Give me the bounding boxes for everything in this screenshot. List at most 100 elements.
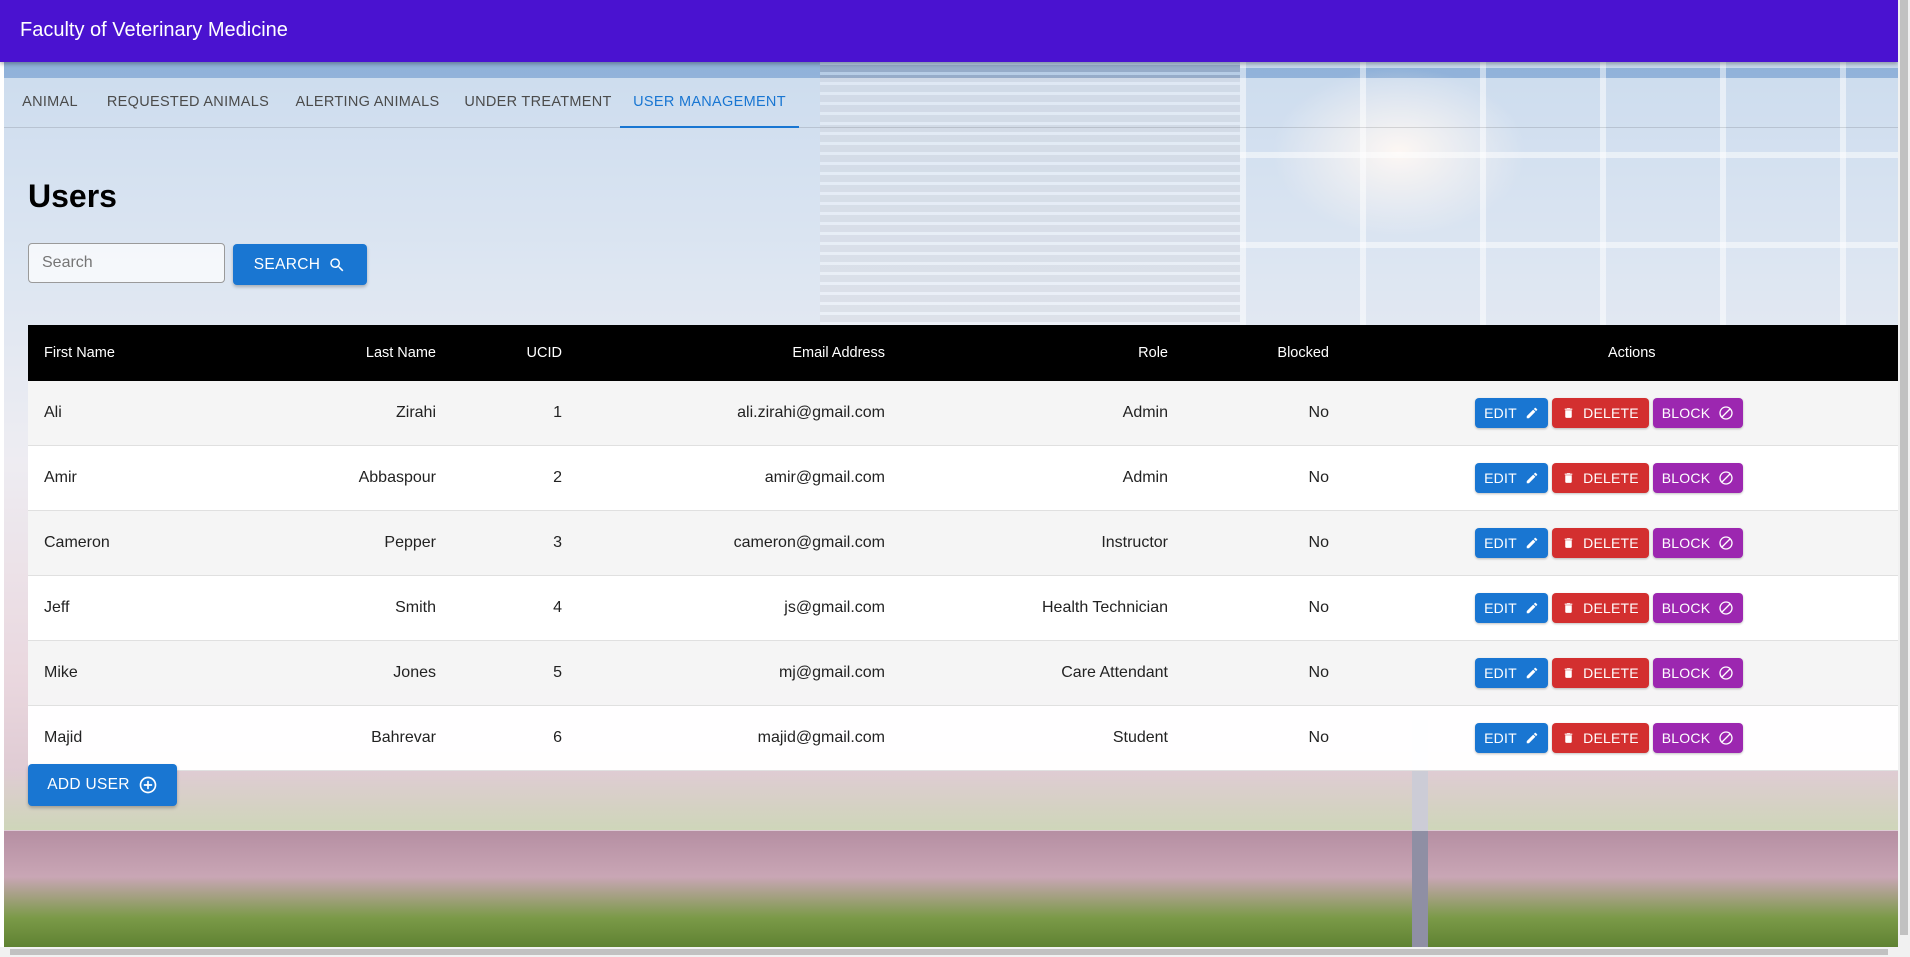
column-header-actions: Actions <box>1608 345 1656 361</box>
delete-label: DELETE <box>1583 600 1639 616</box>
delete-label: DELETE <box>1583 535 1639 551</box>
cell-blocked: No <box>1308 664 1329 681</box>
block-button[interactable]: BLOCK <box>1653 398 1743 428</box>
cell-ucid: 6 <box>553 729 562 746</box>
column-header-blocked: Blocked <box>1277 345 1329 361</box>
trash-icon <box>1564 408 1573 418</box>
search-input[interactable] <box>28 243 225 283</box>
cell-role: Admin <box>1122 404 1168 421</box>
column-header-first-name: First Name <box>44 345 115 361</box>
tab-under-treatment[interactable]: UNDER TREATMENT <box>456 78 620 127</box>
block-icon <box>1719 601 1733 615</box>
cell-role: Admin <box>1122 469 1168 486</box>
block-button[interactable]: BLOCK <box>1653 463 1743 493</box>
cell-first-name: Jeff <box>44 599 70 616</box>
delete-button[interactable]: DELETE <box>1552 658 1649 688</box>
delete-label: DELETE <box>1583 665 1639 681</box>
block-icon <box>1719 406 1733 420</box>
search-button-label: SEARCH <box>253 255 321 273</box>
tab-bar: ANIMAL REQUESTED ANIMALS ALERTING ANIMAL… <box>4 78 1898 128</box>
vertical-scrollbar-thumb[interactable] <box>1900 0 1908 935</box>
edit-label: EDIT <box>1484 600 1517 616</box>
cell-blocked: No <box>1308 469 1329 486</box>
table-row: Majid Bahrevar 6 majid@gmail.com Student… <box>28 706 1898 771</box>
cell-last-name: Abbaspour <box>358 469 436 486</box>
block-button[interactable]: BLOCK <box>1653 723 1743 753</box>
add-user-label: ADD USER <box>47 776 130 793</box>
edit-button[interactable]: EDIT <box>1475 528 1548 558</box>
column-header-last-name: Last Name <box>365 345 436 361</box>
edit-label: EDIT <box>1484 470 1517 486</box>
block-button[interactable]: BLOCK <box>1653 528 1743 558</box>
block-label: BLOCK <box>1661 470 1711 486</box>
delete-label: DELETE <box>1583 470 1639 486</box>
cell-blocked: No <box>1308 534 1329 551</box>
page-title: Users <box>28 178 117 214</box>
edit-button[interactable]: EDIT <box>1475 398 1548 428</box>
tab-requested-animals[interactable]: REQUESTED ANIMALS <box>97 78 279 127</box>
block-button[interactable]: BLOCK <box>1653 593 1743 623</box>
edit-button[interactable]: EDIT <box>1475 658 1548 688</box>
edit-label: EDIT <box>1484 730 1517 746</box>
pencil-icon <box>1526 407 1538 419</box>
cell-first-name: Cameron <box>44 534 110 551</box>
cell-first-name: Majid <box>44 729 83 746</box>
delete-button[interactable]: DELETE <box>1552 723 1649 753</box>
tab-animal[interactable]: ANIMAL <box>4 78 96 127</box>
tab-user-management[interactable]: USER MANAGEMENT <box>620 78 799 128</box>
horizontal-scrollbar[interactable] <box>0 947 1898 957</box>
block-label: BLOCK <box>1661 405 1711 421</box>
block-button[interactable]: BLOCK <box>1653 658 1743 688</box>
tab-alerting-animals[interactable]: ALERTING ANIMALS <box>279 78 456 127</box>
cell-first-name: Mike <box>44 664 78 681</box>
trash-icon <box>1564 668 1573 678</box>
column-header-email: Email Address <box>792 345 885 361</box>
search-button[interactable]: SEARCH <box>233 244 367 285</box>
edit-button[interactable]: EDIT <box>1475 723 1548 753</box>
users-table-body: Ali Zirahi 1 ali.zirahi@gmail.com Admin … <box>28 381 1898 771</box>
cell-ucid: 2 <box>553 469 562 486</box>
trash-icon <box>1564 733 1573 743</box>
cell-last-name: Pepper <box>384 534 436 551</box>
cell-blocked: No <box>1308 404 1329 421</box>
cell-role: Care Attendant <box>1061 664 1168 681</box>
edit-label: EDIT <box>1484 665 1517 681</box>
edit-button[interactable]: EDIT <box>1475 593 1548 623</box>
block-label: BLOCK <box>1661 600 1711 616</box>
vertical-scrollbar[interactable] <box>1898 0 1910 957</box>
delete-button[interactable]: DELETE <box>1552 528 1649 558</box>
cell-blocked: No <box>1308 729 1329 746</box>
cell-email: amir@gmail.com <box>764 469 885 486</box>
cell-email: js@gmail.com <box>784 599 885 616</box>
block-icon <box>1719 536 1733 550</box>
trash-icon <box>1564 538 1573 548</box>
search-icon <box>330 257 344 271</box>
block-label: BLOCK <box>1661 665 1711 681</box>
delete-button[interactable]: DELETE <box>1552 593 1649 623</box>
table-row: Ali Zirahi 1 ali.zirahi@gmail.com Admin … <box>28 381 1898 446</box>
edit-button[interactable]: EDIT <box>1475 463 1548 493</box>
pencil-icon <box>1526 537 1538 549</box>
horizontal-scrollbar-thumb[interactable] <box>10 949 1888 955</box>
cell-role: Instructor <box>1101 534 1168 551</box>
delete-button[interactable]: DELETE <box>1552 463 1649 493</box>
edit-label: EDIT <box>1484 535 1517 551</box>
cell-email: ali.zirahi@gmail.com <box>737 404 885 421</box>
app-bar: Faculty of Veterinary Medicine <box>0 0 1898 62</box>
edit-label: EDIT <box>1484 405 1517 421</box>
cell-email: mj@gmail.com <box>778 664 885 681</box>
cell-role: Student <box>1112 729 1168 746</box>
cell-ucid: 1 <box>553 404 562 421</box>
cell-role: Health Technician <box>1041 599 1168 616</box>
cell-ucid: 4 <box>553 599 562 616</box>
delete-label: DELETE <box>1583 730 1639 746</box>
cell-last-name: Jones <box>393 664 436 681</box>
add-user-button[interactable]: ADD USER <box>28 764 177 806</box>
cell-last-name: Smith <box>395 599 436 616</box>
table-row: Jeff Smith 4 js@gmail.com Health Technic… <box>28 576 1898 641</box>
table-row: Cameron Pepper 3 cameron@gmail.com Instr… <box>28 511 1898 576</box>
trash-icon <box>1564 473 1573 483</box>
table-row: Amir Abbaspour 2 amir@gmail.com Admin No… <box>28 446 1898 511</box>
column-header-ucid: UCID <box>526 345 562 361</box>
delete-button[interactable]: DELETE <box>1552 398 1649 428</box>
